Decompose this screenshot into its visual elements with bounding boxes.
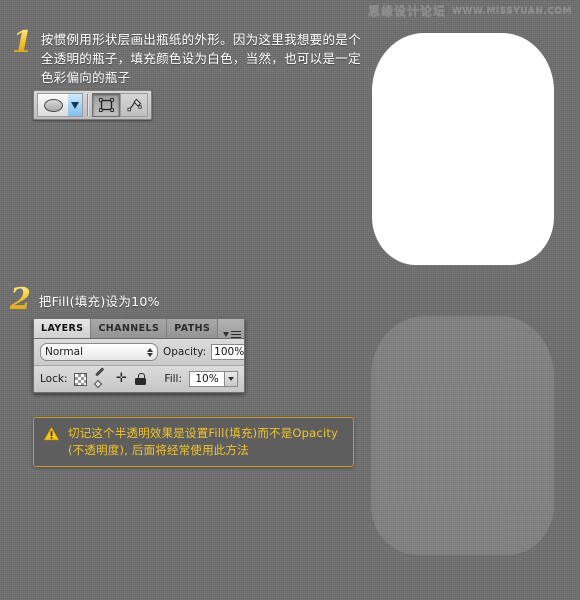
blend-mode-select[interactable]: Normal [40, 343, 158, 361]
lock-label: Lock: [40, 373, 68, 385]
lock-image-pixels-icon[interactable] [95, 373, 107, 385]
watermark: 思缘设计论坛 WWW.MISSYUAN.COM [368, 2, 572, 19]
caret-down-icon [71, 101, 79, 109]
shape-layer-icon [98, 98, 114, 112]
fill-value[interactable]: 10% [189, 371, 225, 387]
lock-icon-group[interactable]: ✛ [74, 372, 147, 386]
white-bottle-shape [372, 33, 554, 265]
transparent-bottle-shape [371, 316, 554, 555]
lock-position-icon[interactable]: ✛ [115, 372, 127, 385]
lock-row[interactable]: Lock: ✛ Fill: 10% [34, 366, 244, 392]
tab-layers[interactable]: LAYERS [34, 319, 92, 338]
tab-layers-label: LAYERS [41, 323, 84, 334]
step-2-number: 2 [10, 282, 31, 317]
shape-tool-options-bar[interactable] [33, 90, 152, 120]
paths-icon [127, 98, 142, 112]
watermark-url: WWW.MISSYUAN.COM [451, 5, 572, 16]
tab-paths-label: PATHS [174, 323, 211, 334]
shape-tool-group[interactable] [37, 93, 83, 117]
warning-note-line-2: (不透明度), 后面将经常使用此方法 [68, 443, 249, 457]
draw-mode-group[interactable] [92, 93, 148, 117]
blend-mode-value: Normal [45, 346, 83, 358]
step-2-block: 2 把Fill(填充)设为10% [10, 282, 370, 317]
shape-picker-dropdown-button[interactable] [68, 93, 83, 117]
blend-mode-stepper-icon [147, 347, 153, 357]
ellipse-tool-button[interactable] [37, 93, 68, 117]
warning-note-text: 切记这个半透明效果是设置Fill(填充)而不是Opacity (不透明度), 后… [68, 425, 338, 459]
panel-menu-button[interactable] [218, 330, 244, 338]
shape-layers-mode-button[interactable] [92, 93, 120, 117]
layers-panel[interactable]: LAYERS CHANNELS PATHS Normal Opacity: 10… [33, 318, 245, 393]
opacity-label: Opacity: [163, 346, 207, 358]
warning-triangle-icon [43, 426, 60, 441]
tab-paths[interactable]: PATHS [167, 319, 219, 338]
watermark-site-name: 思缘设计论坛 [367, 4, 446, 18]
step-1-text: 按惯例用形状层画出瓶纸的外形。因为这里我想要的是个全透明的瓶子，填充颜色设为白色… [40, 32, 361, 85]
opacity-field[interactable]: 100% [211, 344, 244, 360]
fill-field[interactable]: 10% [189, 371, 238, 387]
ellipse-shape-icon [43, 98, 63, 112]
step-1-block: 1 按惯例用形状层画出瓶纸的外形。因为这里我想要的是个全透明的瓶子，填充颜色设为… [12, 25, 372, 87]
lock-transparency-icon[interactable] [74, 372, 88, 386]
panel-menu-caret-icon [223, 331, 230, 337]
tab-channels-label: CHANNELS [98, 323, 160, 334]
layers-panel-tab-strip[interactable]: LAYERS CHANNELS PATHS [34, 319, 244, 339]
fill-dropdown-button[interactable] [225, 371, 238, 387]
opacity-value[interactable]: 100% [211, 344, 244, 360]
fill-label: Fill: [164, 373, 182, 385]
chevron-down-icon [228, 377, 234, 381]
lock-all-icon[interactable] [135, 373, 147, 385]
step-1-number: 1 [12, 25, 33, 60]
warning-note-line-1: 切记这个半透明效果是设置Fill(填充)而不是Opacity [68, 426, 339, 440]
warning-note: 切记这个半透明效果是设置Fill(填充)而不是Opacity (不透明度), 后… [33, 417, 354, 467]
tab-channels[interactable]: CHANNELS [91, 319, 168, 338]
toolbar-divider [87, 94, 88, 116]
paths-mode-button[interactable] [120, 93, 148, 117]
panel-menu-icon [231, 330, 242, 338]
step-2-text: 把Fill(填充)设为10% [38, 294, 160, 309]
blend-opacity-row[interactable]: Normal Opacity: 100% [34, 339, 244, 366]
